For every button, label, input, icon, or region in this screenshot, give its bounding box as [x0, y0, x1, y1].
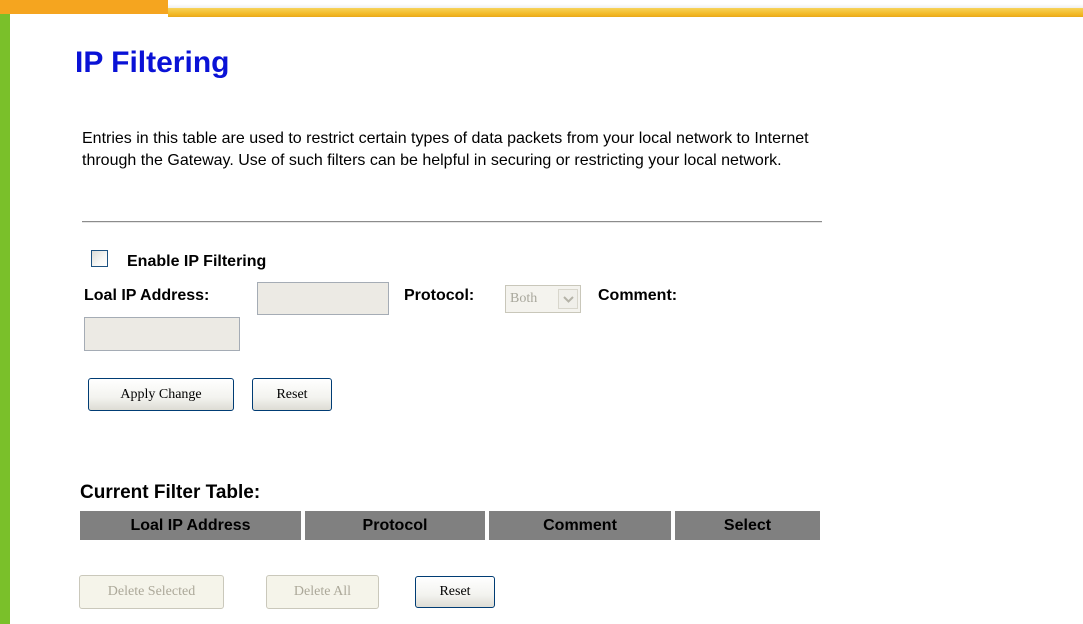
protocol-select[interactable]: Both [505, 285, 581, 313]
protocol-label: Protocol: [404, 287, 475, 304]
delete-all-button[interactable]: Delete All [266, 575, 379, 609]
table-reset-button[interactable]: Reset [415, 576, 495, 608]
current-filter-table-title: Current Filter Table: [80, 482, 261, 503]
top-bar-accent [0, 0, 168, 14]
top-bar [168, 8, 1083, 17]
enable-ip-filtering-checkbox[interactable] [91, 250, 108, 267]
enable-ip-filtering-label: Enable IP Filtering [127, 253, 267, 270]
filter-table: Loal IP Address Protocol Comment Select [80, 511, 820, 540]
column-header-local-ip: Loal IP Address [80, 511, 305, 540]
local-ip-address-input[interactable] [257, 282, 389, 315]
table-header-row: Loal IP Address Protocol Comment Select [80, 511, 820, 540]
reset-button[interactable]: Reset [252, 378, 332, 411]
local-ip-address-label: Loal IP Address: [84, 287, 210, 304]
divider [82, 221, 822, 223]
page: IP Filtering Entries in this table are u… [0, 0, 1083, 624]
left-bar-corner [0, 0, 10, 14]
column-header-comment: Comment [489, 511, 675, 540]
comment-label: Comment: [598, 287, 678, 304]
left-sidebar-bar [0, 14, 10, 624]
delete-selected-button[interactable]: Delete Selected [79, 575, 224, 609]
column-header-select: Select [675, 511, 820, 540]
protocol-select-value: Both [510, 291, 538, 306]
page-title: IP Filtering [75, 46, 230, 79]
column-header-protocol: Protocol [305, 511, 489, 540]
apply-change-button[interactable]: Apply Change [88, 378, 234, 411]
page-description: Entries in this table are used to restri… [82, 130, 809, 169]
comment-input[interactable] [84, 317, 240, 351]
chevron-down-icon[interactable] [558, 289, 578, 309]
